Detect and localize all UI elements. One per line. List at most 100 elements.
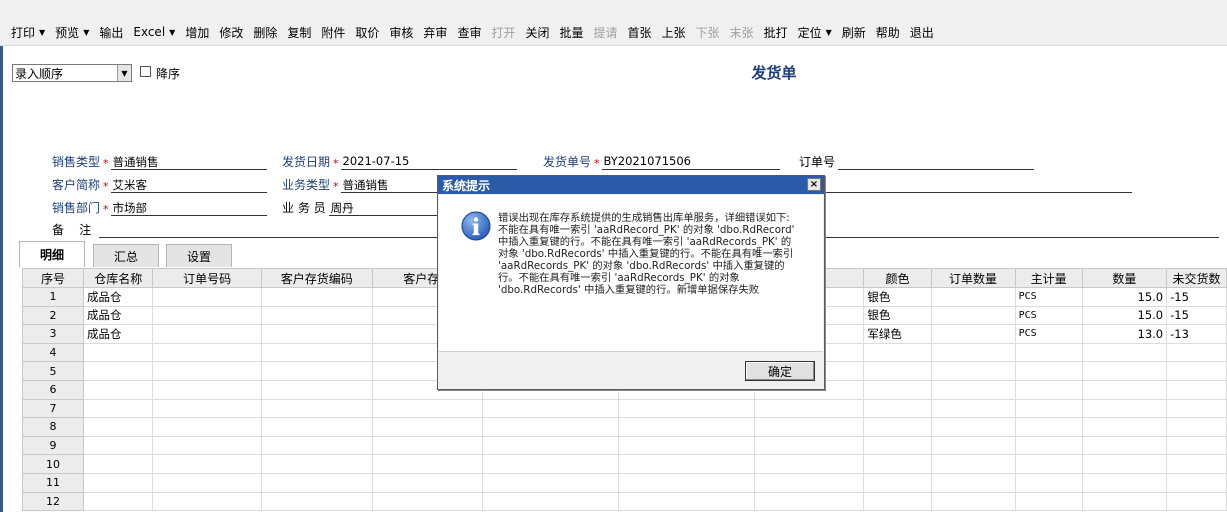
toolbar-button-14[interactable]: 关闭 (520, 22, 554, 42)
table-cell[interactable] (863, 342, 932, 363)
table-cell[interactable] (260, 398, 373, 419)
table-cell[interactable] (82, 435, 154, 456)
table-cell[interactable] (152, 361, 262, 381)
table-cell[interactable]: 银色 (863, 305, 932, 326)
table-row[interactable]: 11 (22, 472, 1227, 493)
table-cell[interactable] (1166, 454, 1227, 474)
table-cell[interactable] (82, 454, 154, 474)
table-cell[interactable] (1014, 398, 1083, 419)
table-cell[interactable] (152, 379, 262, 400)
table-cell[interactable] (82, 472, 154, 493)
table-cell[interactable] (617, 435, 755, 456)
table-row[interactable]: 7 (22, 398, 1227, 419)
toolbar-button-3[interactable]: Excel ▼ (128, 22, 180, 42)
table-cell[interactable] (260, 287, 373, 307)
table-cell[interactable] (1081, 454, 1168, 474)
table-cell[interactable] (1166, 361, 1227, 381)
table-cell[interactable] (930, 287, 1016, 307)
table-cell[interactable] (753, 472, 865, 493)
table-cell[interactable]: 成品仓 (82, 305, 154, 326)
table-cell[interactable] (82, 342, 154, 363)
ok-button[interactable]: 确定 (745, 361, 815, 381)
table-cell[interactable] (930, 305, 1016, 326)
table-cell[interactable] (617, 417, 755, 437)
table-cell[interactable] (481, 417, 619, 437)
sort-order-select[interactable]: 录入顺序 ▼ (12, 64, 132, 82)
table-cell[interactable] (82, 361, 154, 381)
tab-detail[interactable]: 明细 (19, 241, 85, 267)
table-cell[interactable] (1014, 361, 1083, 381)
table-cell[interactable] (1081, 398, 1168, 419)
table-cell[interactable] (753, 491, 865, 512)
table-cell[interactable] (152, 287, 262, 307)
table-cell[interactable] (863, 361, 932, 381)
toolbar-button-20[interactable]: 末张 (725, 22, 759, 42)
column-header[interactable]: 订单号码 (152, 268, 262, 288)
table-cell[interactable] (1166, 379, 1227, 400)
table-cell[interactable] (152, 491, 262, 512)
table-cell[interactable] (863, 435, 932, 456)
toolbar-button-10[interactable]: 审核 (384, 22, 418, 42)
table-cell[interactable] (863, 398, 932, 419)
table-cell[interactable] (82, 491, 154, 512)
toolbar-button-23[interactable]: 刷新 (837, 22, 871, 42)
table-cell[interactable] (82, 398, 154, 419)
chevron-down-icon[interactable]: ▼ (117, 65, 131, 81)
column-header[interactable]: 主计量 (1014, 268, 1083, 288)
table-cell[interactable] (1081, 342, 1168, 363)
table-cell[interactable] (152, 398, 262, 419)
table-cell[interactable] (617, 491, 755, 512)
table-cell[interactable] (617, 472, 755, 493)
chevron-down-icon[interactable]: ▼ (83, 28, 89, 37)
table-cell[interactable] (1081, 491, 1168, 512)
table-cell[interactable]: PCS (1014, 287, 1083, 307)
table-cell[interactable] (930, 417, 1016, 437)
toolbar-button-9[interactable]: 取价 (350, 22, 384, 42)
ship-date-input[interactable]: 2021-07-15 (340, 154, 517, 170)
table-cell[interactable] (260, 342, 373, 363)
table-cell[interactable]: 15.0 (1081, 305, 1168, 326)
table-cell[interactable] (1166, 491, 1227, 512)
table-cell[interactable] (152, 472, 262, 493)
table-cell[interactable]: -15 (1166, 287, 1227, 307)
table-cell[interactable] (1014, 379, 1083, 400)
column-header[interactable]: 数量 (1081, 268, 1168, 288)
table-cell[interactable] (1166, 342, 1227, 363)
column-header[interactable]: 仓库名称 (82, 268, 154, 288)
table-cell[interactable] (260, 472, 373, 493)
table-cell[interactable] (930, 454, 1016, 474)
address-input[interactable] (824, 177, 1132, 193)
toolbar-button-22[interactable]: 定位 ▼ (793, 22, 837, 42)
table-cell[interactable] (82, 417, 154, 437)
table-cell[interactable] (753, 417, 865, 437)
table-cell[interactable]: 成品仓 (82, 324, 154, 344)
table-cell[interactable]: 军绿色 (863, 324, 932, 344)
tab-settings[interactable]: 设置 (166, 244, 232, 267)
table-cell[interactable] (481, 491, 619, 512)
table-cell[interactable] (152, 417, 262, 437)
toolbar-button-6[interactable]: 删除 (248, 22, 282, 42)
table-cell[interactable] (260, 417, 373, 437)
table-cell[interactable] (82, 379, 154, 400)
table-cell[interactable] (152, 342, 262, 363)
table-cell[interactable]: 银色 (863, 287, 932, 307)
table-cell[interactable] (481, 398, 619, 419)
table-cell[interactable] (1081, 417, 1168, 437)
table-cell[interactable] (152, 435, 262, 456)
table-cell[interactable] (1081, 435, 1168, 456)
toolbar-button-8[interactable]: 附件 (316, 22, 350, 42)
toolbar-button-2[interactable]: 输出 (94, 22, 128, 42)
table-cell[interactable] (152, 324, 262, 344)
sales-type-input[interactable]: 普通销售 (110, 154, 267, 170)
dept-input[interactable]: 市场部 (110, 200, 267, 216)
order-no-input[interactable] (838, 154, 1035, 170)
table-cell[interactable] (371, 398, 483, 419)
table-cell[interactable] (481, 472, 619, 493)
toolbar-button-4[interactable]: 增加 (180, 22, 214, 42)
table-cell[interactable] (260, 379, 373, 400)
table-cell[interactable] (930, 435, 1016, 456)
table-cell[interactable] (152, 305, 262, 326)
table-cell[interactable] (930, 361, 1016, 381)
chevron-down-icon[interactable]: ▼ (826, 28, 832, 37)
toolbar-button-12[interactable]: 查审 (452, 22, 486, 42)
